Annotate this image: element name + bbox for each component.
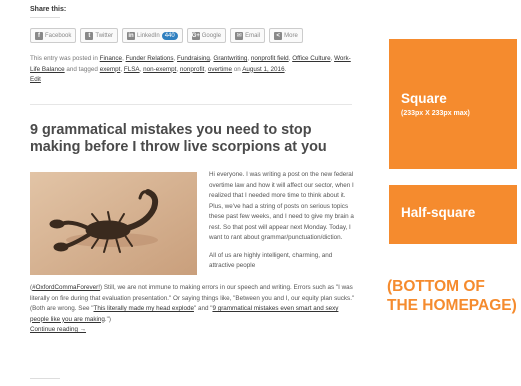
tag-link[interactable]: FLSA bbox=[124, 66, 140, 73]
tag-link[interactable]: non-exempt bbox=[143, 66, 176, 73]
continue-reading-link[interactable]: Continue reading → bbox=[30, 326, 86, 333]
share-buttons: f Facebook t Twitter in LinkedIn 440 G+ … bbox=[30, 28, 303, 43]
ad-title: Square bbox=[401, 91, 447, 106]
twitter-share-button[interactable]: t Twitter bbox=[80, 28, 119, 43]
tag-link[interactable]: exempt bbox=[100, 66, 121, 73]
google-plus-icon: G+ bbox=[191, 31, 200, 40]
entry-meta: This entry was posted in Finance, Funder… bbox=[30, 55, 351, 83]
tag-link[interactable]: overtime bbox=[208, 66, 232, 73]
share-count-badge: 440 bbox=[161, 31, 178, 40]
ad-title: Half-square bbox=[401, 205, 476, 220]
share-button-label: Facebook bbox=[45, 32, 72, 39]
meta-text: on bbox=[233, 65, 241, 73]
share-button-label: Email bbox=[245, 32, 261, 39]
category-link[interactable]: Grantwriting bbox=[213, 55, 247, 62]
half-square-ad-placeholder[interactable]: Half-square bbox=[389, 185, 517, 244]
scorpion-image bbox=[30, 172, 197, 275]
share-button-label: More bbox=[284, 32, 298, 39]
square-ad-placeholder[interactable]: Square (233px X 233px max) bbox=[389, 39, 517, 169]
share-button-label: Google bbox=[201, 32, 222, 39]
bottom-of-homepage-note: (BOTTOM OF THE HOMEPAGE) bbox=[387, 278, 517, 314]
email-icon: ✉ bbox=[235, 31, 244, 40]
share-button-label: Twitter bbox=[95, 32, 114, 39]
divider bbox=[30, 17, 60, 18]
category-link[interactable]: nonprofit field bbox=[251, 55, 289, 62]
hashtag-link[interactable]: #OxfordCommaForever! bbox=[32, 284, 100, 291]
post-excerpt-full: (#OxfordCommaForever!) Still, we are not… bbox=[30, 284, 355, 333]
more-share-button[interactable]: < More bbox=[269, 28, 303, 43]
date-link[interactable]: August 1, 2016 bbox=[242, 66, 284, 73]
facebook-share-button[interactable]: f Facebook bbox=[30, 28, 77, 43]
divider bbox=[30, 104, 352, 105]
post-paragraph: All of us are highly intelligent, charmi… bbox=[209, 251, 333, 270]
ad-size-note: (233px X 233px max) bbox=[401, 110, 470, 117]
post-title[interactable]: 9 grammatical mistakes you need to stop … bbox=[30, 122, 360, 156]
linkedin-icon: in bbox=[127, 31, 136, 40]
category-link[interactable]: Fundraising bbox=[177, 55, 210, 62]
post-paragraph: Hi everyone. I was writing a post on the… bbox=[209, 171, 354, 241]
google-share-button[interactable]: G+ Google bbox=[186, 28, 227, 43]
facebook-icon: f bbox=[35, 31, 43, 40]
category-link[interactable]: Office Culture bbox=[292, 55, 330, 62]
share-button-label: LinkedIn bbox=[137, 32, 160, 39]
post-excerpt-side: Hi everyone. I was writing a post on the… bbox=[209, 170, 355, 279]
post-text: " and " bbox=[193, 305, 213, 312]
share-icon: < bbox=[274, 31, 283, 40]
linkedin-share-button[interactable]: in LinkedIn 440 bbox=[122, 28, 183, 43]
meta-text: and tagged bbox=[66, 65, 98, 73]
twitter-icon: t bbox=[85, 31, 94, 40]
email-share-button[interactable]: ✉ Email bbox=[230, 28, 266, 43]
edit-link[interactable]: Edit bbox=[30, 76, 41, 83]
article-link[interactable]: This literally made my head explode bbox=[94, 305, 194, 312]
post-column: Share this: f Facebook t Twitter in Link… bbox=[30, 0, 355, 386]
category-link[interactable]: Finance bbox=[100, 55, 122, 62]
divider bbox=[30, 378, 60, 379]
tag-link[interactable]: nonprofit bbox=[180, 66, 205, 73]
meta-text: This entry was posted in bbox=[30, 55, 98, 62]
category-link[interactable]: Funder Relations bbox=[126, 55, 174, 62]
post-text: .") bbox=[104, 315, 112, 323]
share-label: Share this: bbox=[30, 6, 67, 13]
